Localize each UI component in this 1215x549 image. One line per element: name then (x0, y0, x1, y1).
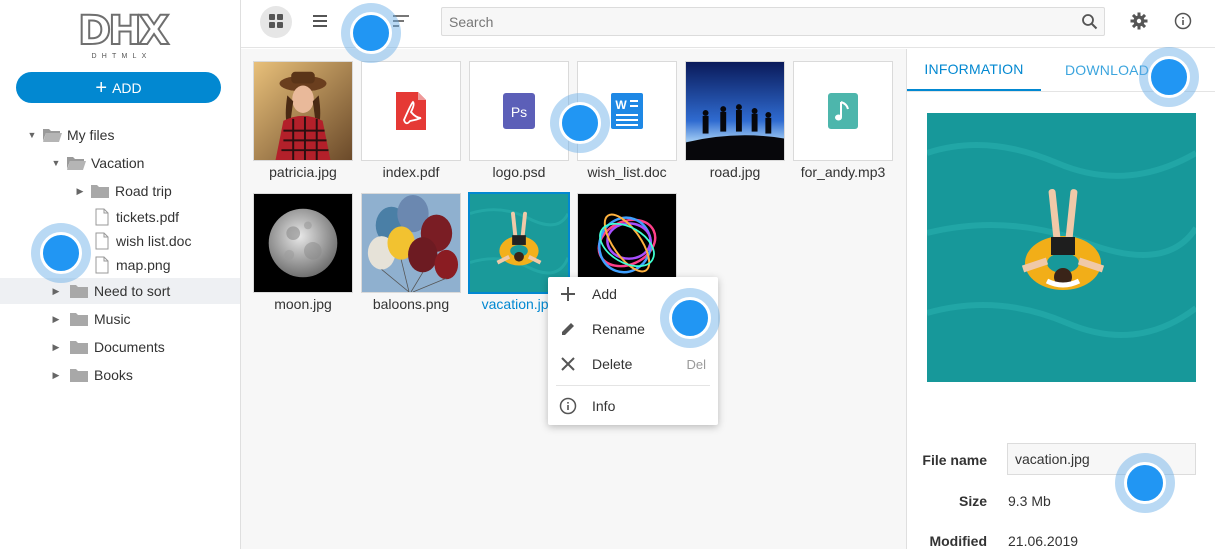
click-indicator (660, 288, 720, 348)
svg-text:Ps: Ps (511, 104, 527, 120)
tree-item-music[interactable]: ▶ Music (0, 306, 240, 332)
tree-item-need-to-sort[interactable]: ▶ Need to sort (0, 278, 240, 304)
folder-icon (69, 283, 89, 299)
file-icon (95, 256, 109, 274)
file-tile-patricia[interactable]: patricia.jpg (253, 61, 353, 180)
click-indicator (1139, 47, 1199, 107)
modified-value: 21.06.2019 (1008, 533, 1079, 549)
pdf-icon[interactable] (361, 61, 461, 161)
search-icon[interactable] (1081, 13, 1098, 33)
file-tile-road[interactable]: road.jpg (685, 61, 785, 180)
tree-item-label: wish list.doc (116, 233, 192, 249)
size-value: 9.3 Mb (1008, 493, 1051, 509)
tree-item-tickets[interactable]: tickets.pdf (0, 204, 240, 230)
hotkey-label: Del (686, 356, 706, 372)
tab-information[interactable]: INFORMATION (907, 49, 1041, 91)
tree-item-label: Books (94, 367, 133, 383)
file-tile-index-pdf[interactable]: index.pdf (361, 61, 461, 180)
click-indicator (31, 223, 91, 283)
file-name: road.jpg (709, 164, 761, 180)
click-indicator (341, 3, 401, 63)
photo-thumbnail[interactable] (361, 193, 461, 293)
info-icon (1174, 12, 1192, 33)
dhx-logo: DHX DHTMLX (77, 8, 171, 60)
photo-thumbnail[interactable] (253, 61, 353, 161)
tree-item-road-trip[interactable]: ▶ Road trip (0, 178, 240, 204)
size-label: Size (958, 493, 987, 509)
folder-open-icon (66, 155, 86, 171)
tree-item-label: map.png (116, 257, 171, 273)
menu-item-info[interactable]: Info (548, 389, 718, 423)
file-name: patricia.jpg (269, 164, 337, 180)
close-icon (558, 356, 578, 372)
settings-button[interactable] (1123, 6, 1155, 38)
folder-icon (69, 311, 89, 327)
folder-icon (69, 339, 89, 355)
search-box (441, 7, 1105, 36)
info-icon (558, 397, 578, 415)
folder-open-icon (42, 127, 62, 143)
file-icon (95, 232, 109, 250)
file-name: moon.jpg (274, 296, 332, 312)
tree-item-documents[interactable]: ▶ Documents (0, 334, 240, 360)
tree-item-label: Vacation (91, 155, 145, 171)
file-name: for_andy.mp3 (800, 164, 886, 180)
tree-item-label: Need to sort (94, 283, 171, 299)
caret-right-icon[interactable]: ▶ (51, 286, 61, 296)
list-view-button[interactable] (304, 6, 336, 38)
caret-down-icon[interactable]: ▼ (27, 130, 37, 140)
audio-icon[interactable] (793, 61, 893, 161)
info-button[interactable] (1167, 6, 1199, 38)
svg-text:W: W (615, 98, 627, 112)
file-name: logo.psd (492, 164, 546, 180)
image-preview (927, 113, 1196, 382)
tree-item-books[interactable]: ▶ Books (0, 362, 240, 388)
pencil-icon (558, 321, 578, 337)
tree-item-label: Documents (94, 339, 165, 355)
search-input[interactable] (442, 8, 1072, 35)
grid-view-button[interactable] (260, 6, 292, 38)
tree-item-label: Music (94, 311, 131, 327)
list-view-icon (312, 14, 328, 31)
tree-item-my-files[interactable]: ▼ My files (0, 122, 240, 148)
file-name: wish_list.doc (587, 164, 667, 180)
caret-down-icon[interactable]: ▼ (51, 158, 61, 168)
tree-item-label: Road trip (115, 183, 172, 199)
add-button[interactable]: + ADD (16, 72, 221, 103)
tree-item-label: tickets.pdf (116, 209, 180, 225)
caret-right-icon[interactable]: ▶ (75, 186, 85, 196)
tree-item-label: My files (67, 127, 115, 143)
file-name-label: File name (922, 452, 987, 468)
file-tile-for-andy[interactable]: for_andy.mp3 (793, 61, 893, 180)
click-indicator (550, 93, 610, 153)
caret-right-icon[interactable]: ▶ (51, 342, 61, 352)
plus-icon: + (95, 76, 108, 99)
photo-thumbnail[interactable] (253, 193, 353, 293)
sidebar: DHX DHTMLX + ADD ▼ My files ▼ Vacation ▶ (0, 0, 241, 549)
menu-item-delete[interactable]: Delete Del (548, 347, 718, 381)
menu-separator (556, 385, 710, 386)
file-icon (95, 208, 109, 226)
plus-icon (558, 286, 578, 302)
tree-item-vacation[interactable]: ▼ Vacation (0, 150, 240, 176)
modified-label: Modified (929, 533, 987, 549)
file-tile-baloons[interactable]: baloons.png (361, 193, 461, 312)
folder-icon (90, 183, 110, 199)
folder-icon (69, 367, 89, 383)
file-name: baloons.png (372, 296, 450, 312)
caret-right-icon[interactable]: ▶ (51, 314, 61, 324)
gear-icon (1130, 12, 1148, 33)
photo-thumbnail[interactable] (685, 61, 785, 161)
grid-view-icon (268, 13, 284, 32)
click-indicator (1115, 453, 1175, 513)
file-tile-moon[interactable]: moon.jpg (253, 193, 353, 312)
caret-right-icon[interactable]: ▶ (51, 370, 61, 380)
file-name: index.pdf (382, 164, 440, 180)
